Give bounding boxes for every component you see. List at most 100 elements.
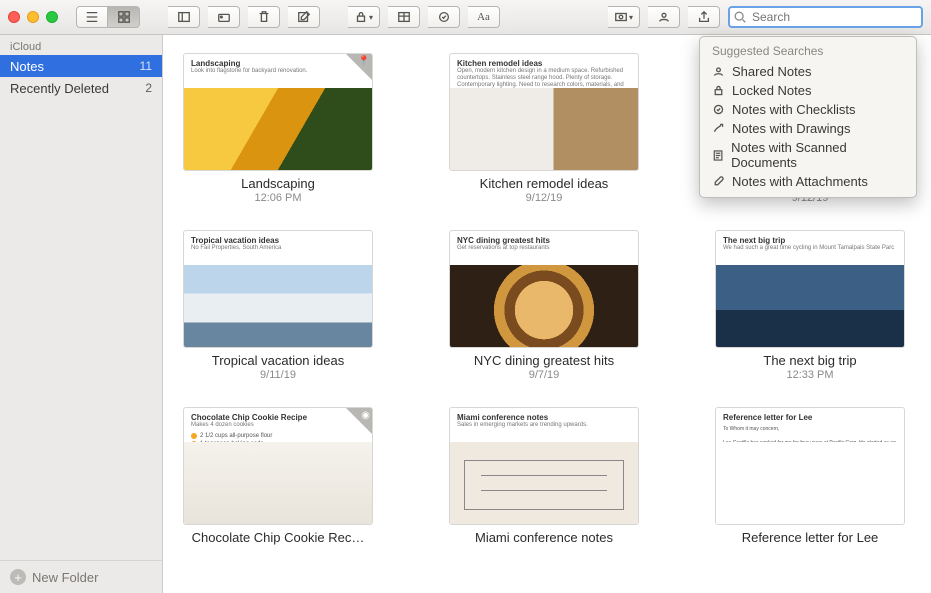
thumb-title: NYC dining greatest hits [450, 231, 638, 245]
media-button[interactable]: ▾ [608, 6, 640, 28]
close-window-button[interactable] [8, 11, 20, 23]
pin-icon: 📍 [358, 56, 370, 67]
note-title: Landscaping [183, 176, 373, 191]
suggestion-label: Locked Notes [732, 83, 812, 98]
search-field-wrap [728, 6, 923, 28]
view-segmented-control [76, 6, 140, 28]
suggestion-label: Notes with Checklists [732, 102, 856, 117]
note-card[interactable]: Reference letter for LeeTo Whom it may c… [715, 407, 905, 545]
note-thumbnail: LandscapingLook into flagstone for backy… [183, 53, 373, 171]
note-title: The next big trip [715, 353, 905, 368]
new-note-button[interactable] [288, 6, 320, 28]
thumb-photo [450, 442, 638, 524]
format-button[interactable]: Aa [468, 6, 500, 28]
suggestion-icon [712, 122, 725, 135]
thumb-photo [184, 88, 372, 170]
suggestion-item[interactable]: Notes with Checklists [700, 100, 916, 119]
collaborate-button[interactable] [648, 6, 680, 28]
table-button[interactable] [388, 6, 420, 28]
shared-icon: ◉ [361, 410, 370, 421]
suggestion-label: Shared Notes [732, 64, 812, 79]
toggle-sidebar-button[interactable] [168, 6, 200, 28]
note-card[interactable]: Chocolate Chip Cookie RecipeMakes 4 doze… [183, 407, 373, 545]
note-thumbnail: Chocolate Chip Cookie RecipeMakes 4 doze… [183, 407, 373, 525]
suggestion-item[interactable]: Notes with Drawings [700, 119, 916, 138]
suggestion-label: Notes with Attachments [732, 174, 868, 189]
thumb-photo [450, 88, 638, 170]
thumb-title: The next big trip [716, 231, 904, 245]
gallery-view-button[interactable] [108, 6, 140, 28]
note-title: Chocolate Chip Cookie Rec… [183, 530, 373, 545]
new-folder-button[interactable]: + New Folder [0, 560, 162, 593]
sidebar-item-recently-deleted[interactable]: Recently Deleted 2 [0, 77, 162, 99]
note-thumbnail: The next big tripWe had such a great tim… [715, 230, 905, 348]
note-card[interactable]: Miami conference notesSales in emerging … [449, 407, 639, 545]
search-input[interactable] [728, 6, 923, 28]
thumb-subtitle: Get reservations at top restaurants [450, 245, 638, 255]
suggestions-heading: Suggested Searches [700, 42, 916, 62]
note-card[interactable]: Tropical vacation ideasNo Fail Propertie… [183, 230, 373, 381]
share-button[interactable] [688, 6, 720, 28]
note-card[interactable]: Kitchen remodel ideasOpen, modern kitche… [449, 53, 639, 204]
lock-button[interactable]: ▾ [348, 6, 380, 28]
thumb-photo [184, 442, 372, 524]
delete-note-button[interactable] [248, 6, 280, 28]
note-date: 12:33 PM [715, 369, 905, 381]
note-thumbnail: Tropical vacation ideasNo Fail Propertie… [183, 230, 373, 348]
thumb-title: Kitchen remodel ideas [450, 54, 638, 68]
list-view-button[interactable] [76, 6, 108, 28]
note-date: 9/12/19 [449, 192, 639, 204]
thumb-title: Chocolate Chip Cookie Recipe [184, 408, 372, 422]
note-card[interactable]: NYC dining greatest hitsGet reservations… [449, 230, 639, 381]
suggestion-item[interactable]: Notes with Attachments [700, 172, 916, 191]
thumb-photo [716, 265, 904, 347]
note-title: Reference letter for Lee [715, 530, 905, 545]
suggestion-item[interactable]: Shared Notes [700, 62, 916, 81]
new-folder-label: New Folder [32, 570, 98, 585]
suggestion-icon [712, 175, 725, 188]
note-actions [168, 6, 200, 28]
suggestion-icon [712, 149, 724, 162]
zoom-window-button[interactable] [46, 11, 58, 23]
thumb-subtitle: Makes 4 dozen cookies [184, 422, 372, 432]
note-card[interactable]: The next big tripWe had such a great tim… [715, 230, 905, 381]
search-suggestions-popover: Suggested Searches Shared Notes Locked No… [699, 36, 917, 198]
thumb-photo [716, 442, 904, 524]
thumb-title: Tropical vacation ideas [184, 231, 372, 245]
note-thumbnail: Kitchen remodel ideasOpen, modern kitche… [449, 53, 639, 171]
suggestion-icon [712, 65, 725, 78]
sidebar: iCloud Notes 11 Recently Deleted 2 + New… [0, 35, 163, 593]
sidebar-section-header: iCloud [0, 35, 162, 55]
thumb-photo [184, 265, 372, 347]
window-controls [8, 11, 58, 23]
note-thumbnail: Reference letter for LeeTo Whom it may c… [715, 407, 905, 525]
note-thumbnail: Miami conference notesSales in emerging … [449, 407, 639, 525]
sidebar-item-label: Notes [10, 59, 44, 74]
thumb-subtitle: Look into flagstone for backyard renovat… [184, 68, 372, 78]
thumb-title: Reference letter for Lee [716, 408, 904, 422]
suggestion-icon [712, 84, 725, 97]
thumb-title: Miami conference notes [450, 408, 638, 422]
suggestion-label: Notes with Scanned Documents [731, 140, 904, 170]
sidebar-item-notes[interactable]: Notes 11 [0, 55, 162, 77]
thumb-subtitle: No Fail Properties, South America [184, 245, 372, 255]
minimize-window-button[interactable] [27, 11, 39, 23]
note-date: 9/11/19 [183, 369, 373, 381]
suggestion-label: Notes with Drawings [732, 121, 851, 136]
thumb-subtitle: We had such a great time cycling in Moun… [716, 245, 904, 255]
note-card[interactable]: LandscapingLook into flagstone for backy… [183, 53, 373, 204]
suggestion-item[interactable]: Locked Notes [700, 81, 916, 100]
attachments-button[interactable] [208, 6, 240, 28]
suggestion-item[interactable]: Notes with Scanned Documents [700, 138, 916, 172]
suggestion-icon [712, 103, 725, 116]
titlebar: ▾ Aa ▾ [0, 0, 931, 35]
note-title: Tropical vacation ideas [183, 353, 373, 368]
sidebar-item-count: 2 [145, 81, 152, 95]
thumb-title: Landscaping [184, 54, 372, 68]
note-date: 12:06 PM [183, 192, 373, 204]
note-date: 9/7/19 [449, 369, 639, 381]
plus-icon: + [10, 569, 26, 585]
checklist-button[interactable] [428, 6, 460, 28]
note-thumbnail: NYC dining greatest hitsGet reservations… [449, 230, 639, 348]
sidebar-item-label: Recently Deleted [10, 81, 109, 96]
